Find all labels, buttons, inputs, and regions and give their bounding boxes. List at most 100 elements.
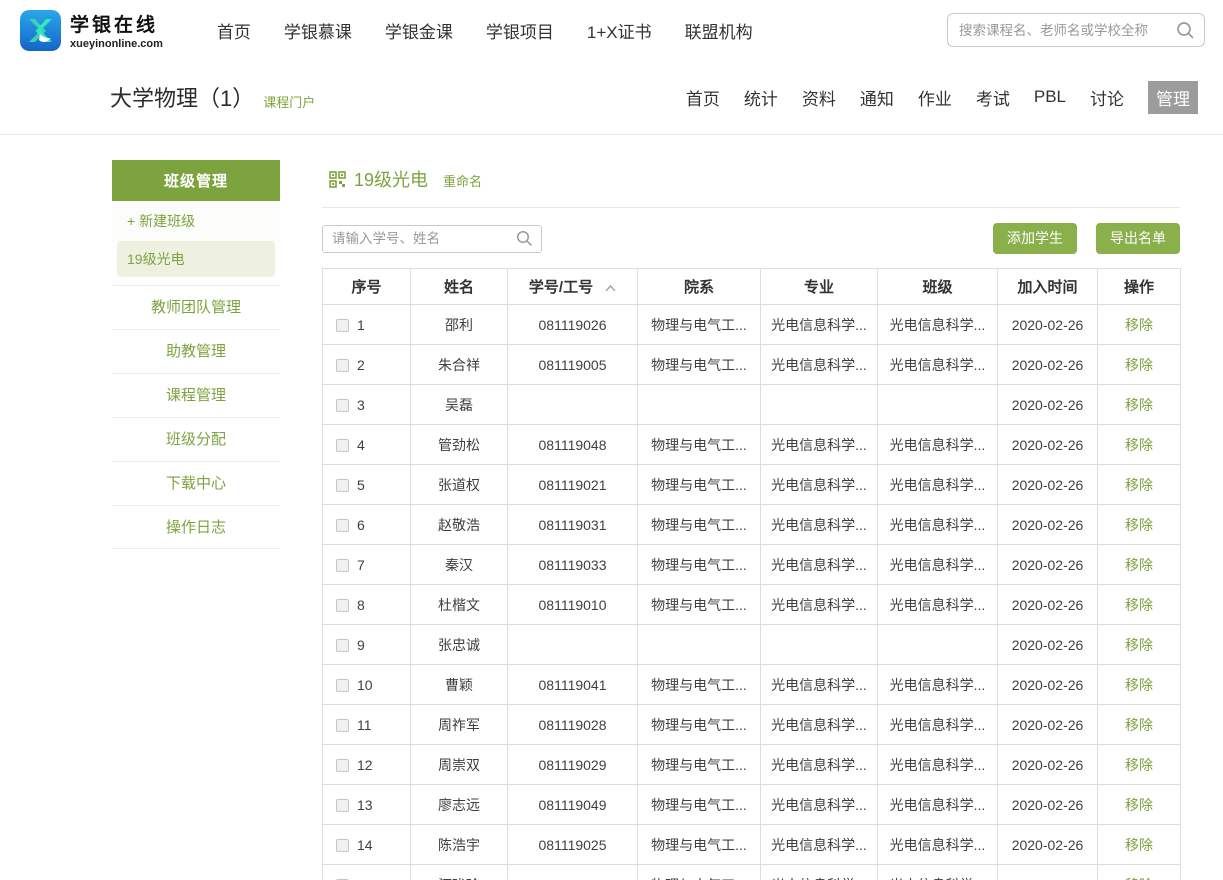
top-nav-item-3[interactable]: 学银金课 — [385, 18, 453, 43]
remove-link[interactable]: 移除 — [1125, 637, 1153, 653]
row-checkbox[interactable] — [336, 839, 349, 852]
cell-action: 移除 — [1098, 825, 1181, 865]
course-tab-4[interactable]: 通知 — [860, 85, 894, 110]
student-search-input[interactable] — [332, 231, 516, 246]
cell-department: 物理与电气工... — [638, 665, 761, 705]
row-checkbox[interactable] — [336, 639, 349, 652]
remove-link[interactable]: 移除 — [1125, 397, 1153, 413]
remove-link[interactable]: 移除 — [1125, 597, 1153, 613]
sidebar-item-3[interactable]: 课程管理 — [112, 373, 280, 417]
column-header-5: 专业 — [761, 269, 878, 305]
sidebar-item-5[interactable]: 下载中心 — [112, 461, 280, 505]
course-tab-1[interactable]: 首页 — [686, 85, 720, 110]
course-tab-2[interactable]: 统计 — [744, 85, 778, 110]
remove-link[interactable]: 移除 — [1125, 677, 1153, 693]
row-checkbox[interactable] — [336, 439, 349, 452]
cell-name: 杜楷文 — [411, 585, 508, 625]
row-checkbox[interactable] — [336, 679, 349, 692]
export-roster-button[interactable]: 导出名单 — [1096, 223, 1180, 254]
cell-class: 光电信息科学... — [878, 705, 998, 745]
student-search-icon[interactable] — [516, 230, 533, 247]
cell-join-date: 2020-02-26 — [998, 705, 1098, 745]
course-tab-6[interactable]: 考试 — [976, 85, 1010, 110]
remove-link[interactable]: 移除 — [1125, 317, 1153, 333]
top-nav-item-5[interactable]: 1+X证书 — [587, 18, 652, 43]
site-search-input[interactable] — [959, 23, 1176, 38]
class-qr-icon[interactable] — [329, 171, 346, 188]
cell-action: 移除 — [1098, 745, 1181, 785]
table-row: 9张忠诚2020-02-26移除 — [323, 625, 1181, 665]
cell-major: 光电信息科学... — [761, 585, 878, 625]
logo-icon — [20, 10, 61, 51]
cell-department: 物理与电气工... — [638, 425, 761, 465]
top-nav-item-1[interactable]: 首页 — [217, 18, 251, 43]
course-tab-7[interactable]: PBL — [1034, 87, 1066, 107]
sidebar-header-class-management[interactable]: 班级管理 — [112, 160, 280, 201]
row-checkbox[interactable] — [336, 319, 349, 332]
remove-link[interactable]: 移除 — [1125, 557, 1153, 573]
add-student-button[interactable]: 添加学生 — [993, 223, 1077, 254]
search-icon[interactable] — [1176, 21, 1195, 40]
remove-link[interactable]: 移除 — [1125, 437, 1153, 453]
top-nav-item-4[interactable]: 学银项目 — [486, 18, 554, 43]
row-checkbox[interactable] — [336, 759, 349, 772]
course-tab-8[interactable]: 讨论 — [1090, 85, 1124, 110]
remove-link[interactable]: 移除 — [1125, 837, 1153, 853]
row-checkbox[interactable] — [336, 519, 349, 532]
column-header-3[interactable]: 学号/工号 — [508, 269, 638, 305]
row-checkbox[interactable] — [336, 479, 349, 492]
remove-link[interactable]: 移除 — [1125, 797, 1153, 813]
rename-link[interactable]: 重命名 — [443, 171, 482, 190]
sidebar-item-6[interactable]: 操作日志 — [112, 505, 280, 549]
remove-link[interactable]: 移除 — [1125, 357, 1153, 373]
sort-caret-icon[interactable] — [605, 279, 616, 296]
course-tab-manage-active[interactable]: 管理 — [1148, 81, 1198, 114]
row-number: 11 — [357, 717, 372, 733]
row-checkbox[interactable] — [336, 559, 349, 572]
cell-class: 光电信息科学... — [878, 505, 998, 545]
row-checkbox[interactable] — [336, 359, 349, 372]
top-nav-item-2[interactable]: 学银慕课 — [284, 18, 352, 43]
cell-join-date: 2020-02-26 — [998, 545, 1098, 585]
cell-class: 光电信息科学... — [878, 545, 998, 585]
sidebar-active-class[interactable]: 19级光电 — [117, 241, 275, 277]
cell-major — [761, 385, 878, 425]
course-tab-3[interactable]: 资料 — [802, 85, 836, 110]
remove-link[interactable]: 移除 — [1125, 757, 1153, 773]
cell-department: 物理与电气工... — [638, 545, 761, 585]
remove-link[interactable]: 移除 — [1125, 517, 1153, 533]
row-checkbox[interactable] — [336, 719, 349, 732]
remove-link[interactable]: 移除 — [1125, 717, 1153, 733]
row-checkbox[interactable] — [336, 799, 349, 812]
sidebar-item-2[interactable]: 助教管理 — [112, 329, 280, 373]
cell-major: 光电信息科学... — [761, 345, 878, 385]
row-number: 10 — [357, 677, 373, 693]
cell-department: 物理与电气工... — [638, 585, 761, 625]
cell-department: 物理与电气工... — [638, 785, 761, 825]
site-search-box[interactable] — [947, 13, 1205, 47]
action-buttons: 添加学生 导出名单 — [993, 223, 1180, 254]
top-nav-item-6[interactable]: 联盟机构 — [685, 18, 753, 43]
row-number: 12 — [357, 757, 373, 773]
row-checkbox[interactable] — [336, 399, 349, 412]
course-tab-5[interactable]: 作业 — [918, 85, 952, 110]
cell-student-id: 081119016 — [508, 865, 638, 880]
main-panel: 19级光电 重命名 添加学生 导出名单 序号姓名学号/ — [322, 160, 1180, 880]
student-search-box[interactable] — [322, 225, 542, 253]
remove-link[interactable]: 移除 — [1125, 877, 1153, 880]
course-portal-link[interactable]: 课程门户 — [263, 92, 315, 111]
cell-seq: 11 — [323, 705, 411, 745]
logo[interactable]: 学银在线 xueyinonline.com — [20, 10, 163, 51]
sidebar-item-4[interactable]: 班级分配 — [112, 417, 280, 461]
controls-row: 添加学生 导出名单 — [322, 223, 1180, 254]
table-row: 15汪珑玲081119016物理与电气工...光电信息科学...光电信息科学..… — [323, 865, 1181, 880]
course-title: 大学物理（1） — [110, 81, 254, 113]
cell-seq: 14 — [323, 825, 411, 865]
cell-action: 移除 — [1098, 545, 1181, 585]
cell-student-id: 081119010 — [508, 585, 638, 625]
row-number: 15 — [357, 877, 373, 880]
sidebar-item-1[interactable]: 教师团队管理 — [112, 285, 280, 329]
remove-link[interactable]: 移除 — [1125, 477, 1153, 493]
row-checkbox[interactable] — [336, 599, 349, 612]
sidebar-new-class[interactable]: + 新建班级 — [112, 201, 280, 241]
